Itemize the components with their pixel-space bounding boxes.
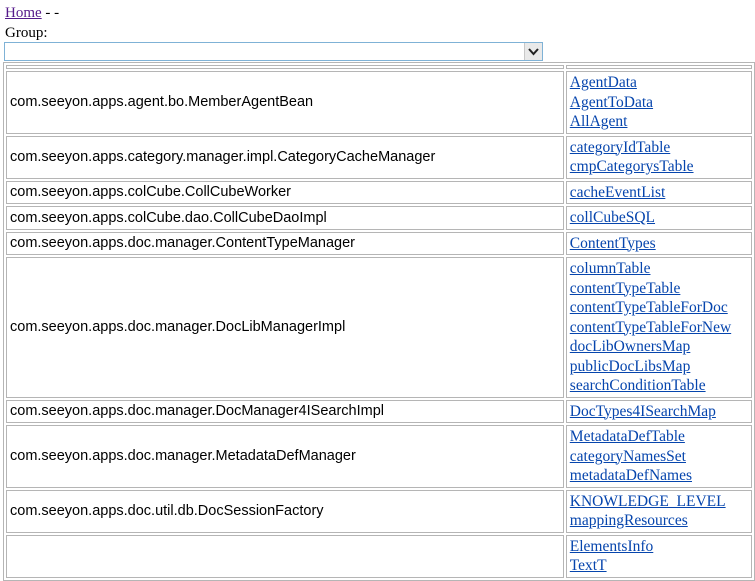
- cache-link[interactable]: AgentData: [570, 73, 748, 93]
- cache-link[interactable]: DocTypes4ISearchMap: [570, 402, 748, 422]
- class-name-cell: com.seeyon.apps.colCube.CollCubeWorker: [6, 180, 564, 204]
- chevron-down-icon[interactable]: [524, 43, 542, 60]
- cache-link[interactable]: publicDocLibsMap: [570, 357, 748, 377]
- class-name-cell: com.seeyon.apps.doc.manager.ContentTypeM…: [6, 231, 564, 255]
- cache-link[interactable]: ElementsInfo: [570, 537, 748, 557]
- cache-link[interactable]: KNOWLEDGE_LEVEL: [570, 492, 748, 512]
- class-name-cell: com.seeyon.apps.doc.manager.MetadataDefM…: [6, 425, 564, 488]
- cache-link[interactable]: AgentToData: [570, 93, 748, 113]
- cache-link[interactable]: searchConditionTable: [570, 376, 748, 396]
- cache-link[interactable]: docLibOwnersMap: [570, 337, 748, 357]
- class-name-cell: com.seeyon.apps.agent.bo.MemberAgentBean: [6, 71, 564, 134]
- table-spacer-row: [6, 65, 752, 69]
- table-row: com.seeyon.apps.doc.manager.ContentTypeM…: [6, 231, 752, 255]
- cache-link[interactable]: contentTypeTableForNew: [570, 318, 748, 338]
- cache-link[interactable]: categoryIdTable: [570, 138, 748, 158]
- table-row: com.seeyon.apps.category.manager.impl.Ca…: [6, 135, 752, 179]
- home-link[interactable]: Home: [5, 5, 42, 21]
- class-name-cell: [6, 534, 564, 578]
- table-row: com.seeyon.apps.doc.manager.MetadataDefM…: [6, 425, 752, 488]
- group-label: Group:: [5, 25, 48, 41]
- cache-links-cell: ElementsInfo TextT: [565, 534, 752, 578]
- cache-link[interactable]: AllAgent: [570, 112, 748, 132]
- class-name-cell: com.seeyon.apps.doc.util.db.DocSessionFa…: [6, 489, 564, 533]
- cache-links-cell: ContentTypes: [565, 231, 752, 255]
- cache-link[interactable]: MetadataDefTable: [570, 427, 748, 447]
- cache-link[interactable]: contentTypeTable: [570, 279, 748, 299]
- cache-link[interactable]: collCubeSQL: [570, 208, 748, 228]
- table-row: ElementsInfo TextT: [6, 534, 752, 578]
- class-name-cell: com.seeyon.apps.doc.manager.DocManager4I…: [6, 399, 564, 423]
- cache-links-cell: DocTypes4ISearchMap: [565, 399, 752, 423]
- cache-links-cell: MetadataDefTable categoryNamesSet metadata…: [565, 425, 752, 488]
- class-name-cell: com.seeyon.apps.doc.manager.DocLibManage…: [6, 257, 564, 398]
- cache-link[interactable]: metadataDefNames: [570, 466, 748, 486]
- breadcrumb-separator: - -: [41, 5, 60, 21]
- cache-link[interactable]: columnTable: [570, 259, 748, 279]
- cache-links-cell: AgentData AgentToData AllAgent: [565, 71, 752, 134]
- table-row: com.seeyon.apps.colCube.CollCubeWorker ca…: [6, 180, 752, 204]
- cache-link[interactable]: cmpCategorysTable: [570, 157, 748, 177]
- class-name-cell: com.seeyon.apps.colCube.dao.CollCubeDaoI…: [6, 206, 564, 230]
- cache-links-cell: columnTable contentTypeTable contentTypeTa…: [565, 257, 752, 398]
- table-row: com.seeyon.apps.doc.manager.DocManager4I…: [6, 399, 752, 423]
- cache-table: com.seeyon.apps.agent.bo.MemberAgentBean…: [3, 62, 755, 581]
- cache-links-cell: categoryIdTable cmpCategorysTable: [565, 135, 752, 179]
- table-row: com.seeyon.apps.colCube.dao.CollCubeDaoI…: [6, 206, 752, 230]
- class-name-cell: com.seeyon.apps.category.manager.impl.Ca…: [6, 135, 564, 179]
- cache-link[interactable]: contentTypeTableForDoc: [570, 298, 748, 318]
- breadcrumb: Home - -: [5, 4, 59, 22]
- cache-links-cell: collCubeSQL: [565, 206, 752, 230]
- group-select[interactable]: [4, 42, 543, 61]
- cache-links-cell: cacheEventList: [565, 180, 752, 204]
- cache-link[interactable]: mappingResources: [570, 511, 748, 531]
- table-row: com.seeyon.apps.doc.util.db.DocSessionFa…: [6, 489, 752, 533]
- cache-links-cell: KNOWLEDGE_LEVEL mappingResources: [565, 489, 752, 533]
- table-row: com.seeyon.apps.doc.manager.DocLibManage…: [6, 257, 752, 398]
- cache-link[interactable]: categoryNamesSet: [570, 447, 748, 467]
- table-row: com.seeyon.apps.agent.bo.MemberAgentBean…: [6, 71, 752, 134]
- cache-link[interactable]: cacheEventList: [570, 183, 748, 203]
- cache-link[interactable]: ContentTypes: [570, 234, 748, 254]
